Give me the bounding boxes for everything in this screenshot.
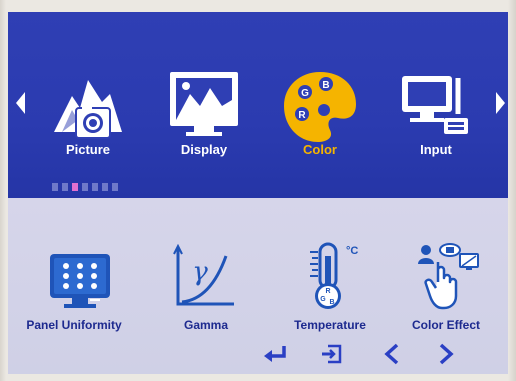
submenu-item-label: Color Effect — [411, 318, 480, 332]
osd-screen: Picture Display G B R Color Input Panel … — [8, 12, 508, 374]
main-menu-bar: Picture Display G B R Color Input — [8, 12, 508, 198]
thermometer-icon: °C R G B — [310, 242, 358, 309]
submenu-item-temperature[interactable]: °C R G B Temperature — [280, 242, 380, 342]
panel-uniformity-icon — [50, 254, 110, 308]
menu-item-display[interactable]: Display — [156, 12, 252, 198]
gamma-symbol: γ — [192, 257, 208, 287]
page-dot — [92, 183, 98, 191]
chevron-right-icon[interactable] — [438, 343, 454, 365]
submenu-panel: Panel Uniformity γ Gamma °C R G B Temper… — [8, 198, 508, 374]
submenu-item-label: Panel Uniformity — [26, 318, 122, 332]
page-indicator — [52, 178, 122, 196]
menu-item-label: Display — [180, 142, 228, 157]
thermometer-letter-r: R — [325, 288, 330, 295]
page-dot — [82, 183, 88, 191]
exit-icon[interactable] — [320, 344, 342, 364]
chevron-left-icon[interactable] — [384, 343, 400, 365]
menu-item-label: Picture — [65, 142, 111, 157]
palette-letter-r: R — [298, 110, 306, 121]
page-dot — [62, 183, 68, 191]
thermometer-letter-g: G — [320, 296, 326, 303]
submenu-item-gamma[interactable]: γ Gamma — [156, 242, 256, 342]
gamma-icon: γ — [173, 244, 234, 306]
submenu-item-label: Gamma — [183, 318, 229, 332]
display-icon — [170, 72, 238, 136]
scroll-right-arrow-icon[interactable] — [496, 92, 505, 114]
palette-letter-g: G — [301, 88, 309, 99]
enter-icon[interactable] — [262, 344, 288, 364]
submenu-item-label: Temperature — [294, 318, 366, 332]
scroll-left-arrow-icon[interactable] — [16, 92, 25, 114]
palette-icon: G B R — [284, 72, 356, 142]
palette-letter-b: B — [322, 80, 329, 91]
menu-item-label: Input — [420, 142, 452, 157]
page-dot — [102, 183, 108, 191]
menu-item-color[interactable]: G B R Color — [272, 12, 368, 198]
page-dot-active — [72, 183, 78, 191]
menu-item-label: Color — [303, 142, 337, 157]
color-effect-icon — [418, 243, 479, 310]
menu-item-picture[interactable]: Picture — [40, 12, 136, 198]
page-dot — [52, 183, 58, 191]
menu-item-input[interactable]: Input — [388, 12, 484, 198]
input-icon — [402, 76, 468, 134]
submenu-item-panel-uniformity[interactable]: Panel Uniformity — [22, 242, 122, 342]
thermometer-letter-b: B — [329, 299, 334, 306]
submenu-item-color-effect[interactable]: Color Effect — [390, 242, 500, 342]
page-dot — [112, 183, 118, 191]
temperature-unit: °C — [346, 245, 358, 257]
picture-icon — [54, 80, 122, 139]
